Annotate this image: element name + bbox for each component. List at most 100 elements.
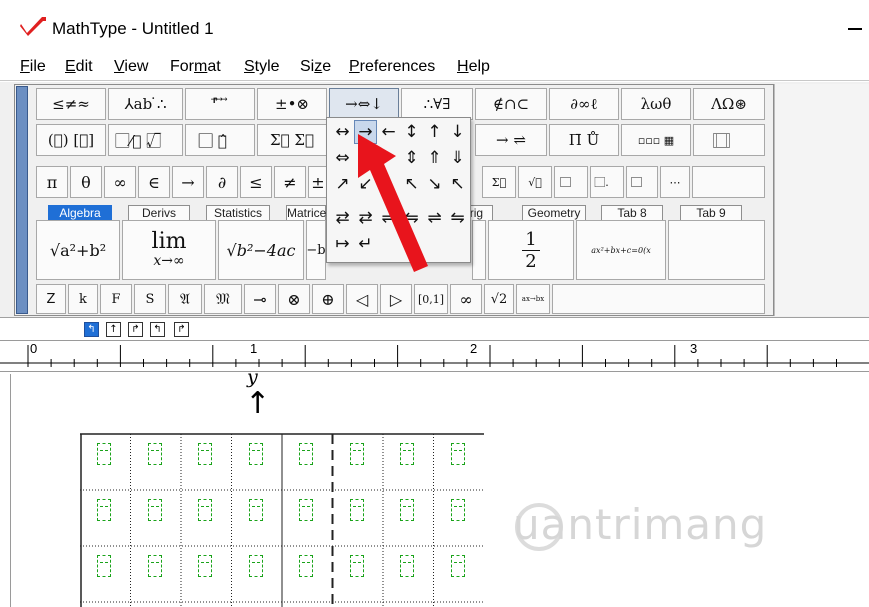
symbol-superscript-template[interactable]: ⃞⃞ (554, 166, 588, 198)
toolbar-side-handle[interactable] (16, 86, 28, 314)
matrix-cell-placeholder[interactable] (450, 499, 465, 521)
align-button-2[interactable]: ↑ (106, 322, 121, 337)
symbol-theta[interactable]: θ (70, 166, 102, 198)
tab-statistics[interactable]: Statistics (206, 205, 270, 220)
symbol-sqrt2[interactable]: √2 (484, 284, 514, 314)
matrix-cell-placeholder[interactable] (97, 555, 111, 577)
align-button-3[interactable]: ↱ (128, 322, 143, 337)
menu-edit[interactable]: Edit (65, 58, 93, 76)
style-script-s[interactable]: S (134, 284, 166, 314)
template-sqrt-sum[interactable]: √a²+b² (36, 220, 120, 280)
symbol-right-arrow[interactable]: → (172, 166, 204, 198)
symbol-plusminus[interactable]: ± (308, 166, 328, 198)
palette-scripts-button[interactable]: ⃞⃞ ⃞̂ (185, 124, 255, 156)
symbol-neq[interactable]: ≠ (274, 166, 306, 198)
tab-geometry[interactable]: Geometry (522, 205, 586, 220)
menu-file[interactable]: File (20, 58, 46, 76)
palette-greek-upper-button[interactable]: ΛΩ⊛ (693, 88, 765, 120)
palette-embellishments-button[interactable]: ⸢⃗ ⃗ ⃗ (185, 88, 255, 120)
menu-help[interactable]: Help (457, 58, 490, 76)
symbol-partial[interactable]: ∂ (206, 166, 238, 198)
template-empty-slot[interactable] (668, 220, 765, 280)
matrix-cell-placeholder[interactable] (349, 499, 364, 521)
palette-greek-lower-button[interactable]: λωθ (621, 88, 691, 120)
matrix-cell-placeholder[interactable] (299, 555, 313, 577)
palette-arrows-button[interactable]: →⇔↓ (329, 88, 399, 120)
style-fraktur-a[interactable]: 𝔄 (168, 284, 202, 314)
symbol-ellipsis[interactable]: ⋯ (660, 166, 690, 198)
tab-8[interactable]: Tab 8 (601, 205, 663, 220)
symbol-subsup-template[interactable]: ⃞⃞ (626, 166, 658, 198)
palette-boxes-button[interactable]: ⃞ ⃞ (693, 124, 765, 156)
align-button-1[interactable]: ↰ (84, 322, 99, 337)
matrix-cell-placeholder[interactable] (248, 443, 263, 465)
template-blank[interactable] (472, 220, 486, 280)
tab-derivs[interactable]: Derivs (128, 205, 190, 220)
symbol-sqrt-template[interactable]: √⃞ (518, 166, 552, 198)
matrix-cell-placeholder[interactable] (97, 443, 111, 465)
matrix-cell-placeholder[interactable] (299, 443, 313, 465)
matrix-cell-placeholder[interactable] (450, 443, 465, 465)
symbol-oplus[interactable]: ⊕ (312, 284, 344, 314)
matrix-cell-placeholder[interactable] (147, 499, 162, 521)
matrix-cell-placeholder[interactable] (400, 499, 414, 521)
palette-labeled-arrows-button[interactable]: → ⇌ (475, 124, 547, 156)
matrix-cell-placeholder[interactable] (299, 499, 313, 521)
palette-logic-button[interactable]: ∴∀∃ (401, 88, 473, 120)
style-script-z[interactable]: Z (36, 284, 66, 314)
symbol-interval[interactable]: [0,1] (414, 284, 448, 314)
harpoon-pair-4[interactable]: ⇋ (446, 206, 469, 230)
matrix-cell-placeholder[interactable] (349, 555, 364, 577)
ruler[interactable]: 0 1 2 3 (0, 340, 869, 372)
symbol-pi[interactable]: π (36, 166, 68, 198)
palette-fences-button[interactable]: (⃞) [⃞] (36, 124, 106, 156)
symbol-leq[interactable]: ≤ (240, 166, 272, 198)
palette-products-button[interactable]: Π̄ Ů (549, 124, 619, 156)
matrix-cell-placeholder[interactable] (248, 555, 263, 577)
tab-algebra[interactable]: Algebra (48, 205, 112, 220)
symbol-left-triangle[interactable]: ◁ (346, 284, 378, 314)
palette-fractions-button[interactable]: ⃞⁄⃞ √⃞ (108, 124, 183, 156)
palette-operators-button[interactable]: ±•⊗ (257, 88, 327, 120)
matrix-cell-placeholder[interactable] (198, 499, 212, 521)
menu-size[interactable]: Size (300, 58, 331, 76)
palette-matrices-button[interactable]: ▫▫▫ ▦ (621, 124, 691, 156)
arrow-north-west-2[interactable]: ↖ (446, 172, 469, 196)
menu-preferences[interactable]: Preferences (349, 58, 435, 76)
symbol-subscript-template[interactable]: ⃞. (590, 166, 624, 198)
matrix-cell-placeholder[interactable] (198, 555, 212, 577)
tab-matrices[interactable]: Matrices (286, 205, 332, 220)
palette-misc-button[interactable]: ∂∞ℓ (549, 88, 619, 120)
matrix-cell-placeholder[interactable] (147, 555, 162, 577)
template-partial[interactable]: −b (306, 220, 326, 280)
symbol-empty-slot[interactable] (692, 166, 765, 198)
menu-style[interactable]: Style (244, 58, 280, 76)
tab-9[interactable]: Tab 9 (680, 205, 742, 220)
palette-sets-button[interactable]: ∉∩⊂ (475, 88, 547, 120)
arrow-double-down[interactable]: ⇓ (446, 146, 469, 170)
matrix-cell-placeholder[interactable] (450, 555, 465, 577)
style-fraktur-m[interactable]: 𝔐 (204, 284, 242, 314)
symbol-infinity[interactable]: ∞ (104, 166, 136, 198)
symbol-multimap[interactable]: ⊸ (244, 284, 276, 314)
template-quadratic[interactable]: ax²+bx+c=0(x (576, 220, 666, 280)
minimize-button[interactable] (848, 28, 862, 30)
template-discriminant[interactable]: √b²−4ac (218, 220, 304, 280)
menu-format[interactable]: Format (170, 58, 221, 76)
align-button-5[interactable]: ↱ (174, 322, 189, 337)
style-script-f[interactable]: F (100, 284, 132, 314)
matrix-cell-placeholder[interactable] (400, 555, 414, 577)
align-button-4[interactable]: ↰ (150, 322, 165, 337)
symbol-ax-bx[interactable]: ax→bx (516, 284, 550, 314)
arrow-down[interactable]: ↓ (446, 120, 469, 144)
symbol-sum-template[interactable]: Σ⃞ (482, 166, 516, 198)
palette-relations-button[interactable]: ≤≠≈ (36, 88, 106, 120)
matrix-cell-placeholder[interactable] (349, 443, 364, 465)
style-fraktur-k[interactable]: k (68, 284, 98, 314)
symbol-otimes[interactable]: ⊗ (278, 284, 310, 314)
palette-spaces-button[interactable]: ⅄ab ̇∴ (108, 88, 183, 120)
symbol-element-of[interactable]: ∈ (138, 166, 170, 198)
bottom-empty-slot[interactable] (552, 284, 765, 314)
symbol-right-triangle[interactable]: ▷ (380, 284, 412, 314)
symbol-infinity-2[interactable]: ∞ (450, 284, 482, 314)
